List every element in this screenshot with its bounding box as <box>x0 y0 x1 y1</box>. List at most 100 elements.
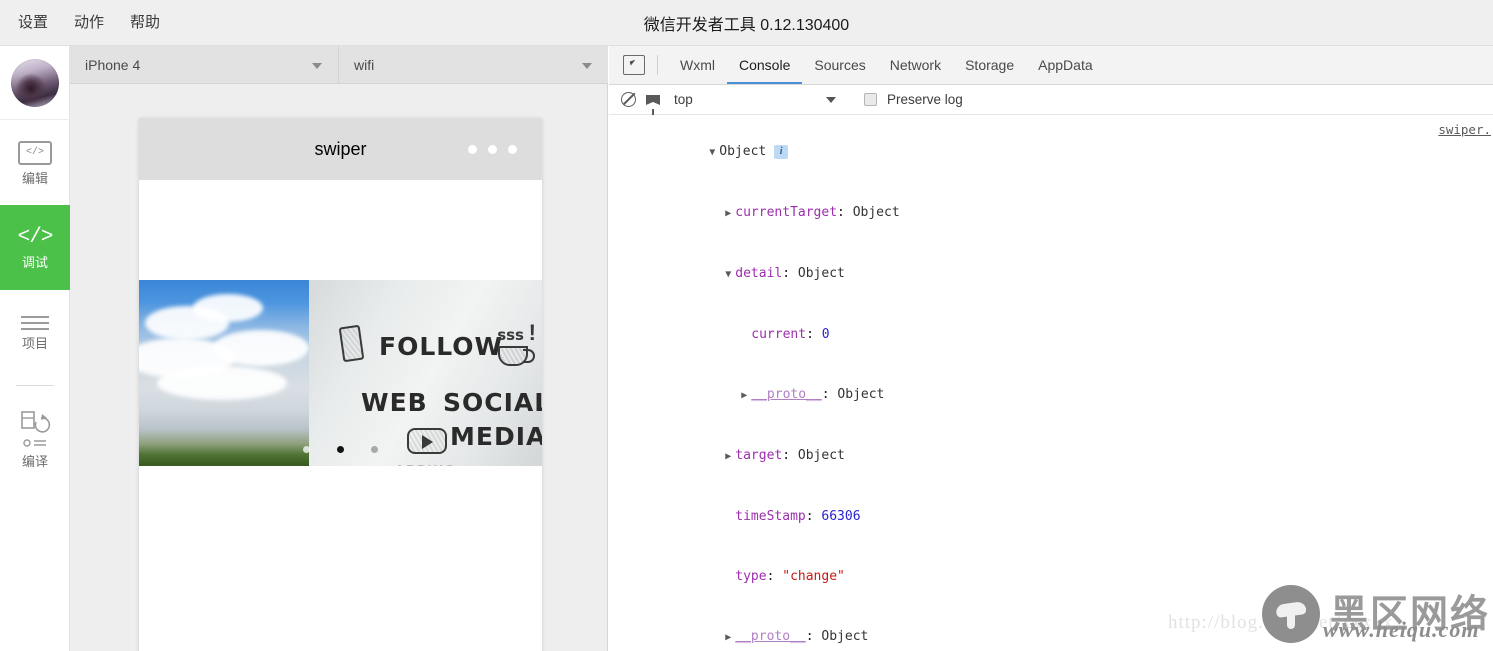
console-line-value: Object <box>821 629 869 644</box>
avatar-cell[interactable] <box>0 46 70 120</box>
disclosure-triangle-closed-icon[interactable]: ▶ <box>725 447 735 467</box>
code-box-icon: </> <box>18 140 52 165</box>
console-line[interactable]: current: 0 <box>609 305 1493 365</box>
console-line-key: detail <box>735 266 783 281</box>
device-select-value: iPhone 4 <box>85 57 141 73</box>
swiper-component[interactable]: FOLLOW sss ! WEB SOCIAL MEDIA APPUIC <box>139 280 542 466</box>
hamburger-lines-icon <box>21 315 49 330</box>
menu-bar: 设置 动作 帮助 <box>0 15 160 30</box>
console-line[interactable]: ▶ __proto__: Object <box>609 365 1493 426</box>
console-line-key: __proto__ <box>751 387 822 402</box>
watermark-brand-en: www.heiqu.com <box>1323 617 1480 642</box>
clear-console-icon[interactable] <box>621 92 636 107</box>
phone-nav-title: swiper <box>314 138 367 159</box>
sketch-coffee-cup-icon <box>498 346 535 366</box>
poster-text-bang: ! <box>528 320 536 345</box>
tab-storage[interactable]: Storage <box>953 46 1026 84</box>
info-badge-icon: i <box>774 145 789 159</box>
console-entry[interactable]: swiper. ▼ Object i ▶ currentTarget: Object… <box>609 116 1493 651</box>
console-line-value: 0 <box>821 327 830 342</box>
sidebar-item-project[interactable]: 项目 <box>0 290 70 375</box>
network-select-value: wifi <box>354 57 375 73</box>
sidebar-item-debug[interactable]: </> 调试 <box>0 205 70 290</box>
disclosure-triangle-closed-icon[interactable]: ▶ <box>741 386 751 406</box>
console-line-key: currentTarget <box>735 205 838 220</box>
disclosure-triangle-open-icon[interactable]: ▼ <box>709 143 719 163</box>
chevron-down-icon <box>582 63 592 69</box>
swiper-indicator-dots[interactable] <box>139 446 542 453</box>
console-line-value: 66306 <box>821 509 861 524</box>
menu-actions[interactable]: 动作 <box>74 15 104 30</box>
menu-settings[interactable]: 设置 <box>18 15 48 30</box>
disclosure-triangle-closed-icon[interactable]: ▶ <box>725 204 735 224</box>
console-line[interactable]: timeStamp: 66306 <box>609 487 1493 547</box>
swiper-slide-sky <box>139 280 309 466</box>
poster-text-steam: sss <box>497 326 524 344</box>
poster-text-follow: FOLLOW <box>379 332 504 361</box>
console-line-key: timeStamp <box>735 509 806 524</box>
avatar[interactable] <box>11 58 59 107</box>
tab-sources[interactable]: Sources <box>802 46 877 84</box>
preserve-log-checkbox[interactable] <box>864 93 877 106</box>
toolbar-divider <box>657 55 658 75</box>
console-line[interactable]: ▶ currentTarget: Object <box>609 183 1493 244</box>
console-line-key: __proto__ <box>735 629 806 644</box>
simulator-panel: iPhone 4 wifi swiper FOLLOW sss ! WEB SO… <box>70 46 608 651</box>
sidebar-item-build[interactable]: 编译 <box>0 396 70 481</box>
build-refresh-icon <box>18 409 52 448</box>
sidebar-item-debug-label: 调试 <box>21 255 48 270</box>
filter-funnel-icon[interactable] <box>646 94 660 115</box>
console-line-value: Object <box>837 387 885 402</box>
tab-appdata[interactable]: AppData <box>1026 46 1104 84</box>
chevron-down-icon[interactable] <box>826 96 836 103</box>
tab-console[interactable]: Console <box>727 46 802 84</box>
console-line-key: target <box>735 448 783 463</box>
three-dots-icon[interactable] <box>468 145 517 154</box>
swiper-dot[interactable] <box>303 446 310 453</box>
console-output[interactable]: swiper. ▼ Object i ▶ currentTarget: Object… <box>609 116 1493 651</box>
tab-wxml[interactable]: Wxml <box>668 46 727 84</box>
console-line[interactable]: ▼ Object i <box>609 122 1493 183</box>
code-brackets-icon: </> <box>17 226 54 249</box>
sidebar-item-edit[interactable]: </> 编辑 <box>0 120 70 205</box>
chevron-down-icon <box>312 63 322 69</box>
devtools-panel: Wxml Console Sources Network Storage App… <box>609 46 1493 651</box>
window-title: 微信开发者工具 0.12.130400 <box>643 17 850 34</box>
phone-preview[interactable]: swiper FOLLOW sss ! WEB SOCIAL MEDIA <box>139 118 542 651</box>
console-line-value: Object <box>797 266 845 281</box>
tab-network[interactable]: Network <box>878 46 953 84</box>
phone-nav-bar: swiper <box>139 118 542 180</box>
console-line-key: current <box>751 327 807 342</box>
poster-text-faint: APPUIC <box>395 462 456 466</box>
sketch-phone-icon <box>338 324 365 363</box>
menu-help[interactable]: 帮助 <box>130 15 160 30</box>
console-line-key: type <box>735 569 767 584</box>
phone-body: FOLLOW sss ! WEB SOCIAL MEDIA APPUIC <box>139 180 542 651</box>
swiper-slide-poster: FOLLOW sss ! WEB SOCIAL MEDIA APPUIC <box>309 280 542 466</box>
console-line[interactable]: ▼ detail: Object <box>609 244 1493 305</box>
poster-text-social: SOCIAL <box>443 388 542 417</box>
sidebar-item-edit-label: 编辑 <box>21 170 48 186</box>
swiper-dot-active[interactable] <box>337 446 344 453</box>
sidebar-item-project-label: 项目 <box>21 335 48 351</box>
mushroom-logo-icon <box>1262 585 1320 643</box>
sidebar-rail: </> 编辑 </> 调试 项目 编译 <box>0 46 70 651</box>
console-line-value: Object <box>797 448 845 463</box>
disclosure-triangle-open-icon[interactable]: ▼ <box>725 265 735 285</box>
rail-divider <box>15 385 54 386</box>
swiper-dot[interactable] <box>371 446 378 453</box>
disclosure-triangle-closed-icon[interactable]: ▶ <box>725 628 735 648</box>
network-select[interactable]: wifi <box>339 46 608 84</box>
sidebar-item-build-label: 编译 <box>21 454 48 469</box>
console-line-key: Object <box>719 144 767 159</box>
simulator-toolbar: iPhone 4 wifi <box>70 46 608 84</box>
poster-text-web: WEB <box>361 388 428 417</box>
console-context-select[interactable]: top <box>670 92 816 107</box>
device-select[interactable]: iPhone 4 <box>70 46 339 84</box>
devtools-tabbar: Wxml Console Sources Network Storage App… <box>609 46 1493 85</box>
console-line[interactable]: ▶ target: Object <box>609 426 1493 487</box>
app-window: 设置 动作 帮助 微信开发者工具 0.12.130400 </> 编辑 </> … <box>0 0 1493 651</box>
inspect-element-icon[interactable] <box>623 55 645 75</box>
preserve-log-label: Preserve log <box>887 92 963 107</box>
console-line-value: "change" <box>782 569 845 584</box>
